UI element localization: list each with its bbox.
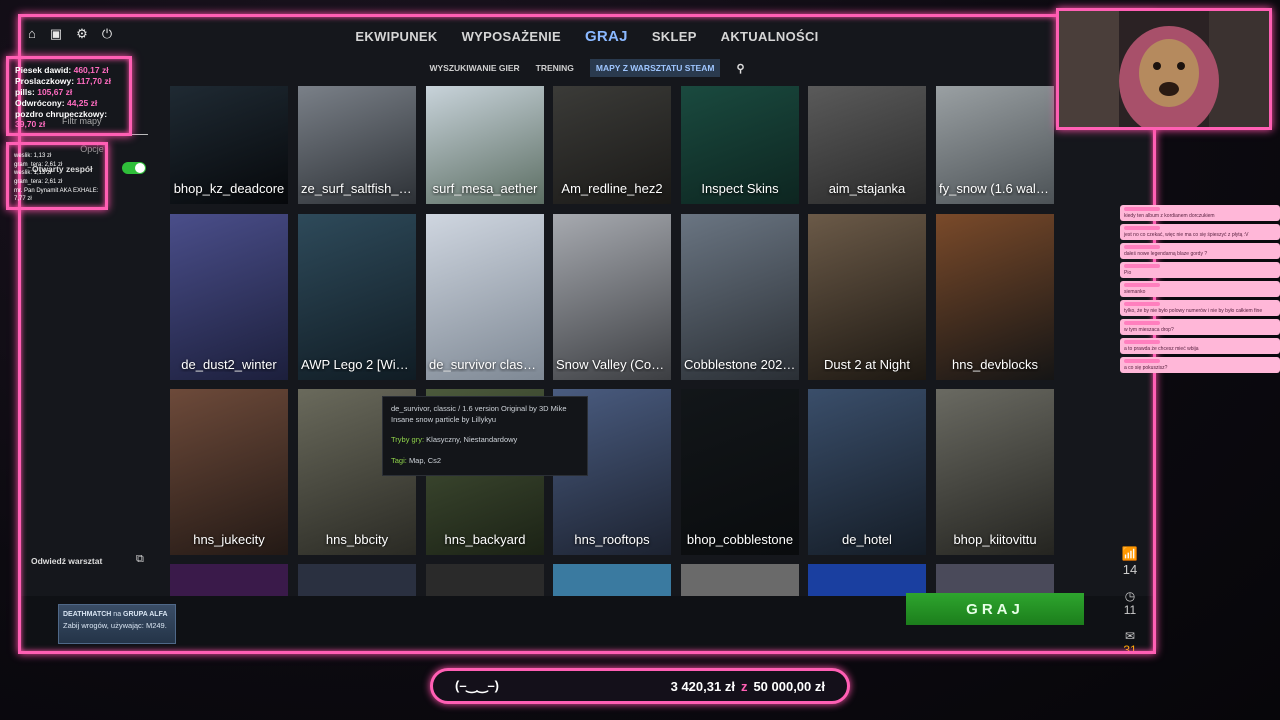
donations-small-box: weslik: 1,13 zł gram_tera: 2,61 zł weslik:… <box>6 142 108 210</box>
donation-row: Odwrócony: 44,25 zł <box>15 98 123 109</box>
chat-username <box>1124 340 1160 344</box>
chat-username <box>1124 359 1160 363</box>
chat-text: siemanko <box>1124 289 1146 295</box>
donor-name: Piesek dawid: <box>15 65 72 75</box>
dog-image <box>1059 11 1269 127</box>
donor-name: pills: <box>15 86 35 97</box>
chat-text: jest no co czekać, więc nie ma co się śp… <box>1124 232 1249 238</box>
donation-small-row: gram_tera: 2,61 zł <box>14 179 63 186</box>
chat-username <box>1124 264 1160 268</box>
webcam <box>1056 8 1272 130</box>
donation-amount: 105,67 zł <box>37 86 73 97</box>
donation-amount: 39,70 zł <box>15 119 46 130</box>
donation-goal-bar: (–‿‿–) 3 420,31 zł z 50 000,00 zł <box>430 668 850 704</box>
chat-username <box>1124 302 1160 306</box>
donation-small-row: weslik: 1,13 zł <box>14 153 52 159</box>
donation-amount: 460,17 zł <box>73 65 109 75</box>
chat-message: dałeś nowe legendarną blaze gordy ? <box>1120 243 1280 259</box>
donation-row: Proslaczkowy: 117,70 zł <box>15 76 123 87</box>
donation-amount: 44,25 zł <box>66 97 98 108</box>
chat-message: a to prawda że chcesz mieć wbija <box>1120 338 1280 354</box>
chat-username <box>1124 245 1160 249</box>
chat-text: kiedy ten album z kordianem dorczukiem <box>1124 213 1215 219</box>
game-frame <box>18 14 1156 654</box>
chat-username <box>1124 283 1160 287</box>
chat-text: dałeś nowe legendarną blaze gordy ? <box>1124 251 1208 257</box>
donation-amount: 117,70 zł <box>76 75 111 86</box>
chat-message: jest no co czekać, więc nie ma co się śp… <box>1120 224 1280 240</box>
chat-message: Pio <box>1120 262 1280 278</box>
chat-text: Pio <box>1124 270 1132 276</box>
goal-emoticon: (–‿‿–) <box>455 678 500 693</box>
chat-username <box>1124 207 1160 211</box>
donation-small-row: weslik: 1,13 zł <box>14 170 52 177</box>
donation-row: Piesek dawid: 460,17 zł <box>15 65 123 76</box>
goal-current: 3 420,31 zł <box>670 678 735 694</box>
goal-sep: z <box>740 678 748 694</box>
chat-message: w tym mieszaca drop? <box>1120 319 1280 335</box>
chat-message: a co się pokuszisz? <box>1120 357 1280 373</box>
stream-overlay: ⌂ ▣ ⚙ ⏻ EKWIPUNEK WYPOSAŻENIE GRAJ SKLEP… <box>0 0 1280 720</box>
donor-name: pozdro chrupeczkowy: <box>15 108 108 119</box>
chat-message: siemanko <box>1120 281 1280 297</box>
donation-row: pozdro chrupeczkowy: 39,70 zł <box>15 109 123 131</box>
chat-message: kiedy ten album z kordianem dorczukiem <box>1120 205 1280 221</box>
donations-box: Piesek dawid: 460,17 zł Proslaczkowy: 117… <box>6 56 132 136</box>
goal-target: 50 000,00 zł <box>753 678 825 694</box>
chat-message: tylko, że by nie było polowy numerów i n… <box>1120 300 1280 316</box>
donation-small-row: mr. Pan Dynamit AKA EXHALE: 7,77 zł <box>14 187 99 203</box>
chat-username <box>1124 321 1160 325</box>
chat-username <box>1124 226 1160 230</box>
chat-text: a to prawda że chcesz mieć wbija <box>1124 346 1199 352</box>
donor-name: Odwrócony: <box>15 97 65 108</box>
chat-text: tylko, że by nie było polowy numerów i n… <box>1124 308 1263 314</box>
donation-small-row: gram_tera: 2,61 zł <box>14 161 63 168</box>
donor-name: Proslaczkowy: <box>15 75 75 86</box>
chat-panel: kiedy ten album z kordianem dorczukiem je… <box>1120 205 1280 425</box>
chat-text: w tym mieszaca drop? <box>1124 327 1174 333</box>
donation-row: pills: 105,67 zł <box>15 87 123 98</box>
chat-text: a co się pokuszisz? <box>1124 365 1168 371</box>
